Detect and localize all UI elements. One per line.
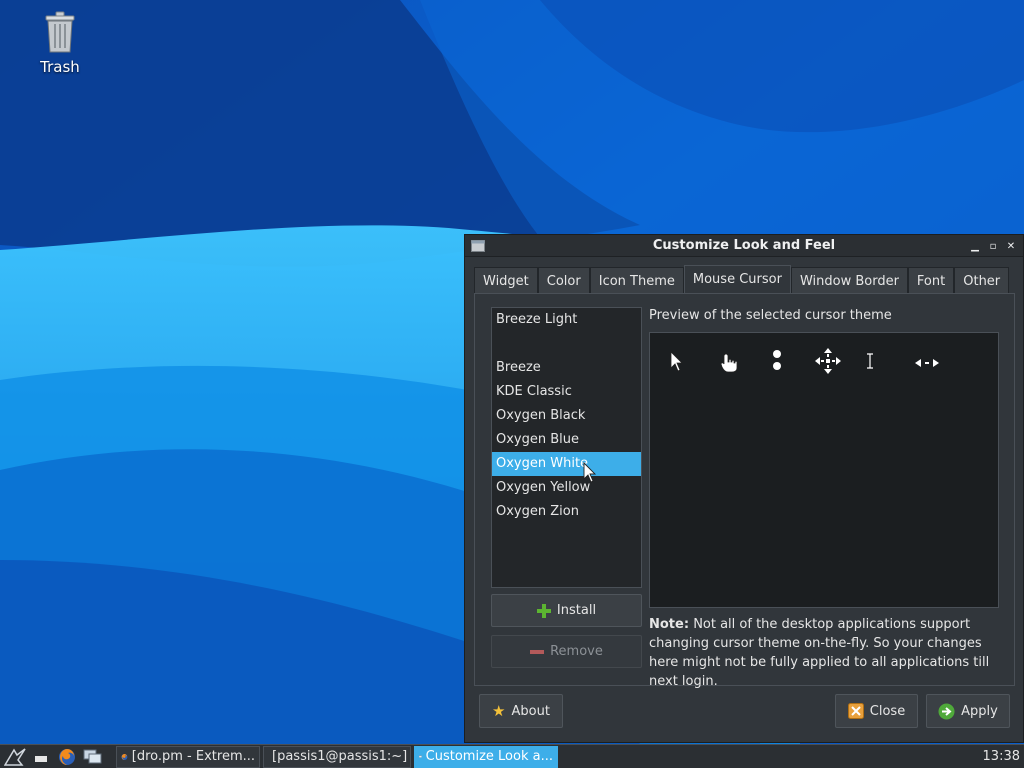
remove-label: Remove <box>550 644 603 659</box>
about-label: About <box>511 703 550 719</box>
list-item-selected[interactable]: Oxygen White <box>492 452 641 476</box>
install-button[interactable]: Install <box>491 594 642 627</box>
desktop-switcher[interactable] <box>80 746 106 768</box>
desktop-trash[interactable]: Trash <box>22 10 98 76</box>
cursor-note: Note: Not all of the desktop application… <box>649 615 1009 691</box>
apply-button[interactable]: Apply <box>926 694 1010 728</box>
tab-widget[interactable]: Widget <box>474 267 538 294</box>
task-label: [dro.pm - Extrem... <box>131 749 255 764</box>
list-item[interactable]: Oxygen Black <box>492 404 641 428</box>
task-label: Customize Look a... <box>425 749 553 764</box>
mouse-cursor-panel: Breeze Light Breeze KDE Classic Oxygen B… <box>474 293 1015 689</box>
apply-icon <box>938 703 955 719</box>
plus-icon <box>536 603 551 618</box>
tab-mouse-cursor[interactable]: Mouse Cursor <box>683 265 791 293</box>
maximize-icon[interactable]: ▫ <box>985 238 1001 254</box>
text-cursor-icon <box>867 353 873 369</box>
about-button[interactable]: ★ About <box>479 694 563 728</box>
move-cursor-icon <box>815 348 841 374</box>
tab-color[interactable]: Color <box>537 267 590 294</box>
arrow-cursor-icon <box>670 351 683 372</box>
remove-button[interactable]: Remove <box>491 635 642 668</box>
task-customize-look[interactable]: Customize Look a... <box>414 745 558 768</box>
note-text: Not all of the desktop applications supp… <box>649 617 990 689</box>
list-item[interactable]: Oxygen Yellow <box>492 476 641 500</box>
show-desktop-icon <box>35 755 47 762</box>
trash-icon <box>45 11 75 53</box>
close-label: Close <box>869 703 906 719</box>
apply-label: Apply <box>961 703 998 719</box>
minimize-icon[interactable]: ▁ <box>967 238 983 254</box>
taskbar: [dro.pm - Extrem... [passis1@passis1:~] … <box>0 744 1024 768</box>
mouse-pointer-icon <box>583 462 597 483</box>
remove-icon <box>530 649 545 654</box>
cursor-preview-box <box>649 332 999 608</box>
list-item[interactable]: Breeze Light <box>492 308 641 332</box>
close-icon[interactable]: ✕ <box>1003 238 1019 254</box>
taskbar-clock[interactable]: 13:38 <box>983 749 1024 764</box>
install-label: Install <box>556 603 597 618</box>
note-title: Note: <box>649 617 690 632</box>
list-item[interactable]: Breeze <box>492 356 641 380</box>
list-item[interactable]: Oxygen Zion <box>492 500 641 524</box>
window-icon <box>419 755 422 758</box>
cursor-theme-list[interactable]: Breeze Light Breeze KDE Classic Oxygen B… <box>491 307 642 588</box>
show-desktop-button[interactable] <box>28 746 54 768</box>
close-button-icon <box>847 703 864 719</box>
task-firefox[interactable]: [dro.pm - Extrem... <box>116 745 260 768</box>
hand-cursor-icon <box>720 353 738 373</box>
firefox-launcher[interactable] <box>54 746 80 768</box>
close-button[interactable]: Close <box>835 694 918 728</box>
firefox-icon <box>59 748 75 765</box>
tab-bar: Widget Color Icon Theme Mouse Cursor Win… <box>474 265 1010 294</box>
tab-window-border[interactable]: Window Border <box>790 267 908 294</box>
task-terminal[interactable]: [passis1@passis1:~] <box>263 745 411 768</box>
wait-cursor-icon <box>773 350 781 370</box>
windows-icon <box>83 749 102 763</box>
tab-font[interactable]: Font <box>907 267 955 294</box>
tab-icon-theme[interactable]: Icon Theme <box>589 267 684 294</box>
start-menu-button[interactable] <box>2 746 28 768</box>
customize-look-and-feel-window: Customize Look and Feel ▁ ▫ ✕ Widget Col… <box>464 234 1024 743</box>
lxqt-logo-icon <box>4 747 26 766</box>
window-app-icon <box>471 240 485 252</box>
star-icon: ★ <box>492 702 506 720</box>
trash-label: Trash <box>40 58 80 76</box>
preview-label: Preview of the selected cursor theme <box>649 308 892 323</box>
task-label: [passis1@passis1:~] <box>272 749 408 764</box>
list-item[interactable]: KDE Classic <box>492 380 641 404</box>
resize-horizontal-cursor-icon <box>915 359 939 367</box>
window-titlebar[interactable]: Customize Look and Feel ▁ ▫ ✕ <box>465 235 1023 257</box>
tab-other[interactable]: Other <box>954 267 1010 294</box>
firefox-icon <box>121 753 128 760</box>
window-title: Customize Look and Feel <box>652 238 836 253</box>
list-item[interactable]: Oxygen Blue <box>492 428 641 452</box>
